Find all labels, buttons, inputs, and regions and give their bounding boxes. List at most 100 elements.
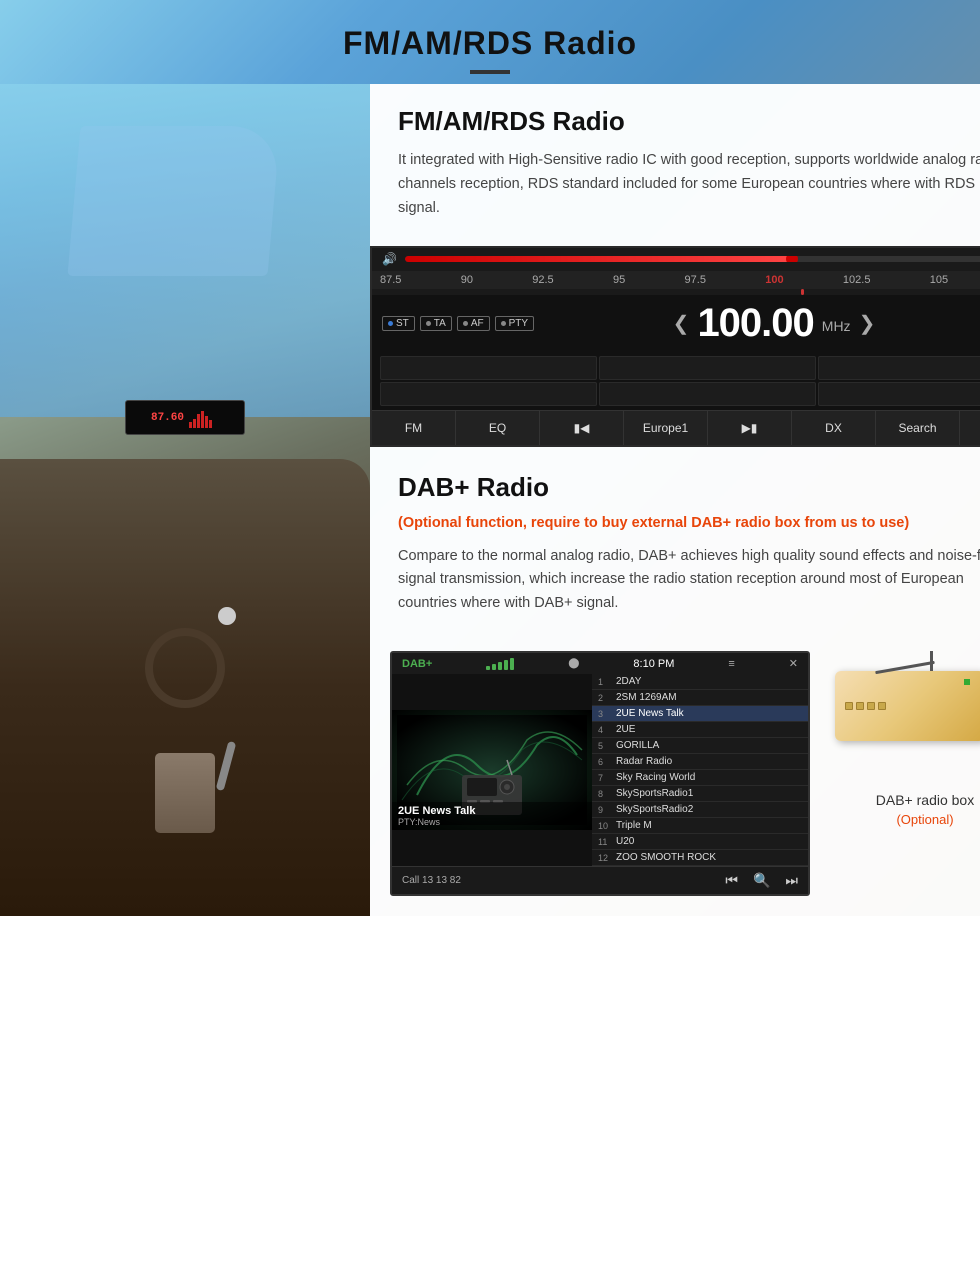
dab-top-bar: DAB+ ⬤ 8:10 PM ≡ ✕ bbox=[392, 653, 808, 674]
station-item-5[interactable]: 5 GORILLA bbox=[592, 738, 808, 754]
st-label: ST bbox=[396, 318, 409, 329]
radio-tags-left: ST TA AF PT bbox=[382, 316, 534, 331]
dab-title: DAB+ Radio bbox=[398, 472, 980, 503]
station-num-8: 8 bbox=[598, 789, 616, 799]
dab-box-optional-label: (Optional) bbox=[876, 811, 974, 829]
volume-icon: 🔊 bbox=[382, 252, 397, 266]
eq-button[interactable]: EQ bbox=[456, 411, 540, 445]
station-name-10: Triple M bbox=[616, 820, 652, 831]
title-divider bbox=[470, 70, 510, 74]
back-button[interactable]: ↲ bbox=[960, 411, 980, 445]
preset-1[interactable] bbox=[380, 356, 597, 380]
dab-label: DAB+ bbox=[402, 658, 432, 670]
station-item-9[interactable]: 9 SkySportsRadio2 bbox=[592, 802, 808, 818]
dab-main-area: 2UE News Talk PTY:News 1 2DAY bbox=[392, 674, 808, 866]
frequency-unit: MHz bbox=[822, 318, 851, 334]
station-num-1: 1 bbox=[598, 677, 616, 687]
station-item-3[interactable]: 3 2UE News Talk bbox=[592, 706, 808, 722]
dab-box-connectors bbox=[845, 702, 886, 710]
dab-next-button[interactable]: ⏭ bbox=[785, 872, 798, 889]
ta-label: TA bbox=[434, 318, 446, 329]
station-name-4: 2UE bbox=[616, 724, 635, 735]
frequency-nav: ❮ 100.00 MHz ❯ bbox=[673, 301, 876, 346]
preset-2[interactable] bbox=[599, 356, 816, 380]
station-name-1: 2DAY bbox=[616, 676, 641, 687]
dab-box-section: DAB+ radio box (Optional) bbox=[825, 651, 980, 829]
freq-scale-875: 87.5 bbox=[380, 274, 401, 286]
freq-prev-arrow[interactable]: ❮ bbox=[673, 311, 690, 336]
close-icon: ✕ bbox=[789, 657, 798, 670]
station-num-4: 4 bbox=[598, 725, 616, 735]
ta-tag[interactable]: TA bbox=[420, 316, 452, 331]
preset-grid bbox=[372, 352, 980, 410]
dab-call-text: Call 13 13 82 bbox=[402, 875, 461, 886]
dab-bottom-section: DAB+ ⬤ 8:10 PM ≡ ✕ bbox=[370, 636, 980, 916]
preset-5[interactable] bbox=[599, 382, 816, 406]
freq-next-arrow[interactable]: ❯ bbox=[859, 311, 876, 336]
gps-icon: ⬤ bbox=[568, 658, 579, 669]
dab-station-overlay: 2UE News Talk PTY:News bbox=[392, 802, 592, 830]
station-item-12[interactable]: 12 ZOO SMOOTH ROCK bbox=[592, 850, 808, 866]
car-background: 87.60 bbox=[0, 84, 370, 916]
volume-slider-fill bbox=[405, 256, 792, 262]
dab-station-list: 1 2DAY 2 2SM 1269AM 3 2UE News Talk bbox=[592, 674, 808, 866]
station-num-12: 12 bbox=[598, 853, 616, 863]
pty-tag[interactable]: PTY bbox=[495, 316, 534, 331]
af-tag[interactable]: AF bbox=[457, 316, 490, 331]
station-name-9: SkySportsRadio2 bbox=[616, 804, 693, 815]
signal-bar-3 bbox=[498, 662, 502, 670]
next-button[interactable]: ▶▮ bbox=[708, 411, 792, 445]
station-item-1[interactable]: 1 2DAY bbox=[592, 674, 808, 690]
signal-bars bbox=[486, 658, 514, 670]
station-item-10[interactable]: 10 Triple M bbox=[592, 818, 808, 834]
station-item-6[interactable]: 6 Radar Radio bbox=[592, 754, 808, 770]
volume-slider-track[interactable] bbox=[405, 256, 980, 262]
europe1-button[interactable]: Europe1 bbox=[624, 411, 708, 445]
station-num-10: 10 bbox=[598, 821, 616, 831]
dab-playback-controls: ⏮ 🔍 ⏭ bbox=[725, 872, 798, 889]
station-name-11: U20 bbox=[616, 836, 634, 847]
preset-3[interactable] bbox=[818, 356, 980, 380]
signal-bar-4 bbox=[504, 660, 508, 670]
station-item-2[interactable]: 2 2SM 1269AM bbox=[592, 690, 808, 706]
frequency-display-row: ST TA AF PT bbox=[372, 295, 980, 352]
signal-bar-1 bbox=[486, 666, 490, 670]
freq-needle bbox=[801, 289, 804, 295]
dab-search-button[interactable]: 🔍 bbox=[753, 872, 770, 889]
prev-button[interactable]: ▮◀ bbox=[540, 411, 624, 445]
station-name-6: Radar Radio bbox=[616, 756, 672, 767]
dab-description: Compare to the normal analog radio, DAB+… bbox=[398, 545, 980, 617]
volume-bar-row: 🔊 30 bbox=[372, 248, 980, 271]
fm-button[interactable]: FM bbox=[372, 411, 456, 445]
dab-antenna bbox=[930, 651, 933, 671]
freq-scale-105: 105 bbox=[930, 274, 948, 286]
station-item-11[interactable]: 11 U20 bbox=[592, 834, 808, 850]
station-num-2: 2 bbox=[598, 693, 616, 703]
dab-section: DAB+ Radio (Optional function, require t… bbox=[370, 447, 980, 637]
dab-prev-button[interactable]: ⏮ bbox=[725, 872, 738, 889]
station-num-7: 7 bbox=[598, 773, 616, 783]
preset-4[interactable] bbox=[380, 382, 597, 406]
station-name-2: 2SM 1269AM bbox=[616, 692, 677, 703]
signal-bar-5 bbox=[510, 658, 514, 670]
dab-box-main-label: DAB+ radio box bbox=[876, 791, 974, 811]
radio-screen: 🔊 30 87.5 90 92.5 95 97.5 bbox=[370, 246, 980, 447]
freq-scale-100: 100 bbox=[765, 274, 783, 286]
dab-box-body bbox=[835, 671, 980, 741]
fm-radio-title: FM/AM/RDS Radio bbox=[398, 106, 980, 137]
station-num-11: 11 bbox=[598, 837, 616, 847]
dx-button[interactable]: DX bbox=[792, 411, 876, 445]
station-item-8[interactable]: 8 SkySportsRadio1 bbox=[592, 786, 808, 802]
frequency-scale: 87.5 90 92.5 95 97.5 100 102.5 105 107.5 bbox=[372, 271, 980, 289]
freq-needle-track bbox=[372, 289, 980, 295]
pty-label: PTY bbox=[509, 318, 528, 329]
station-name-3: 2UE News Talk bbox=[616, 708, 684, 719]
frequency-display: 100.00 bbox=[697, 301, 813, 346]
station-item-7[interactable]: 7 Sky Racing World bbox=[592, 770, 808, 786]
dab-box-image bbox=[825, 651, 980, 781]
st-tag[interactable]: ST bbox=[382, 316, 415, 331]
station-item-4[interactable]: 4 2UE bbox=[592, 722, 808, 738]
preset-6[interactable] bbox=[818, 382, 980, 406]
freq-scale-975: 97.5 bbox=[685, 274, 706, 286]
search-button[interactable]: Search bbox=[876, 411, 960, 445]
